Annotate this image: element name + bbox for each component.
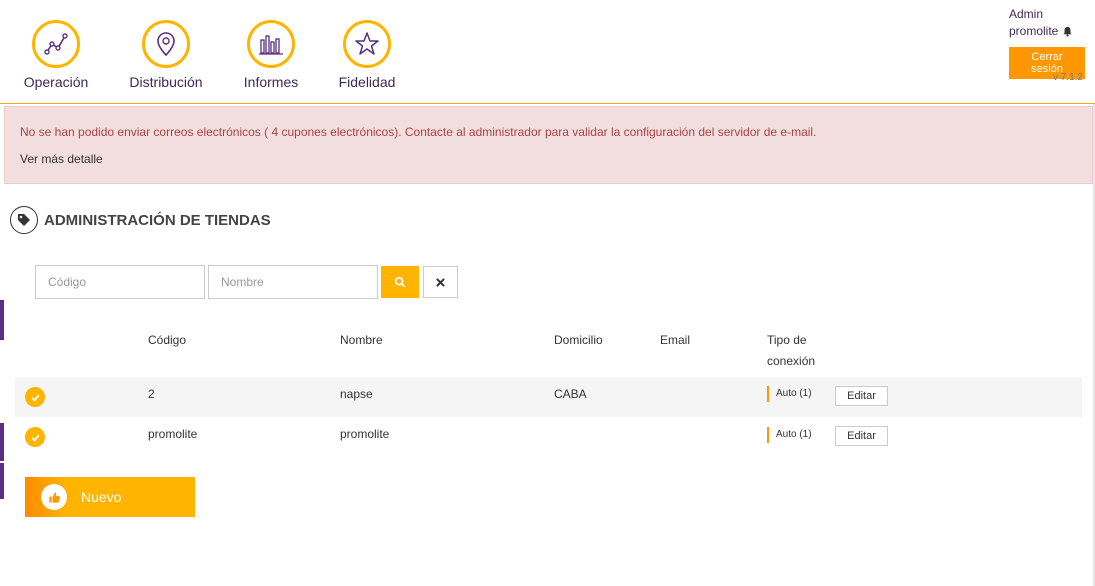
- clear-filter-button[interactable]: [423, 266, 458, 298]
- section-header: ADMINISTRACIÓN DE TIENDAS: [10, 206, 271, 234]
- search-icon: [394, 276, 406, 288]
- table-row[interactable]: promolite promolite Auto (1) Editar: [15, 417, 1082, 457]
- code-filter-input[interactable]: [35, 265, 205, 299]
- tag-icon: [10, 206, 38, 234]
- nav-label: Fidelidad: [338, 74, 396, 90]
- new-store-button[interactable]: Nuevo: [25, 477, 195, 517]
- edit-button[interactable]: Editar: [835, 426, 888, 446]
- name-filter-input[interactable]: [208, 265, 378, 299]
- side-tab-marker: [0, 423, 4, 461]
- user-row: promolite: [1009, 22, 1085, 40]
- nav-label: Distribución: [129, 74, 203, 90]
- nav-label: Operación: [23, 74, 89, 90]
- nav-item-operacion[interactable]: Operación: [6, 20, 106, 90]
- map-pin-icon: [142, 20, 190, 68]
- alert-message: No se han podido enviar correos electrón…: [20, 125, 817, 139]
- column-header-code[interactable]: Código: [148, 330, 186, 351]
- side-tab-marker: [0, 463, 4, 499]
- check-icon: [25, 427, 45, 447]
- cell-code: 2: [148, 387, 155, 401]
- version-label: v 7.1.2: [1052, 72, 1083, 83]
- thumbs-up-icon: [41, 484, 67, 510]
- user-info: Admin promolite: [1009, 6, 1085, 40]
- search-button[interactable]: [381, 266, 419, 298]
- column-header-address[interactable]: Domicilio: [554, 330, 603, 351]
- cell-connection: Auto (1): [767, 386, 812, 402]
- star-icon: [343, 20, 391, 68]
- error-alert: No se han podido enviar correos electrón…: [4, 106, 1093, 184]
- nav-item-informes[interactable]: Informes: [221, 20, 321, 90]
- nav-label: Informes: [243, 74, 299, 90]
- table-row[interactable]: 2 napse CABA Auto (1) Editar: [15, 377, 1082, 417]
- bell-icon[interactable]: [1062, 26, 1073, 37]
- cell-code: promolite: [148, 427, 198, 441]
- chart-line-icon: [32, 20, 80, 68]
- cell-address: CABA: [554, 387, 587, 401]
- edit-button[interactable]: Editar: [835, 386, 888, 406]
- nav-item-fidelidad[interactable]: Fidelidad: [317, 20, 417, 90]
- close-icon: [436, 277, 445, 287]
- new-button-label: Nuevo: [81, 489, 122, 505]
- column-header-connection-line1: Tipo de: [767, 333, 807, 347]
- alert-detail-link[interactable]: Ver más detalle: [20, 152, 103, 166]
- page-title: ADMINISTRACIÓN DE TIENDAS: [44, 211, 271, 229]
- column-header-connection[interactable]: Tipo de conexión: [767, 330, 815, 372]
- column-header-email[interactable]: Email: [660, 330, 690, 351]
- cell-connection: Auto (1): [767, 427, 812, 443]
- side-tab-marker: [0, 300, 4, 340]
- cell-name: promolite: [340, 427, 390, 441]
- check-icon: [25, 387, 45, 407]
- top-header: Operación Distribución Informes Fidelida…: [0, 0, 1095, 104]
- nav-item-distribucion[interactable]: Distribución: [116, 20, 216, 90]
- user-name: promolite: [1009, 24, 1059, 38]
- app-root: Operación Distribución Informes Fidelida…: [0, 0, 1095, 586]
- bar-chart-icon: [247, 20, 295, 68]
- cell-name: napse: [340, 387, 373, 401]
- column-header-connection-line2: conexión: [767, 354, 816, 368]
- user-role: Admin: [1009, 7, 1044, 21]
- column-header-name[interactable]: Nombre: [340, 330, 383, 351]
